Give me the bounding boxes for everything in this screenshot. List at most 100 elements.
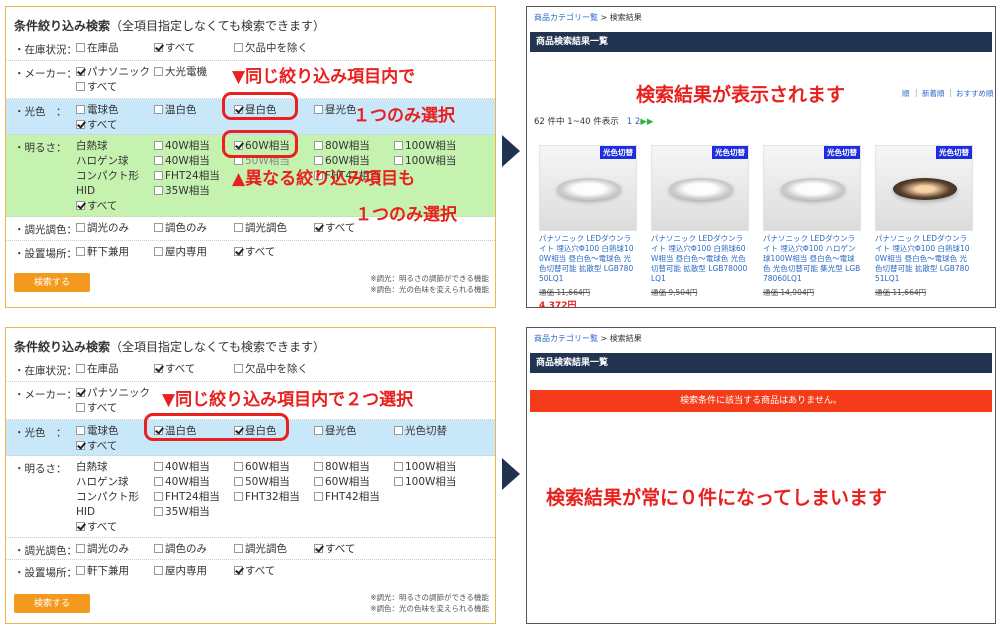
checkbox-80w[interactable]: 80W相当: [314, 140, 370, 153]
checkbox-fht32[interactable]: FHT32相当: [234, 491, 300, 504]
checkbox-daylight[interactable]: 昼光色: [314, 104, 357, 117]
checkbox-fht24[interactable]: FHT24相当: [154, 491, 220, 504]
product-card[interactable]: 光色切替 パナソニック LEDダウンライト 埋込穴Φ100 白熱球60W相当 昼…: [651, 145, 749, 298]
footnotes: ※調光：明るさの調節ができる機能 ※調色：光の色味を変えられる機能: [370, 593, 489, 613]
product-image[interactable]: 光色切替: [763, 145, 861, 231]
product-image[interactable]: 光色切替: [651, 145, 749, 231]
annotation-same-item: ▼同じ絞り込み項目内で: [232, 67, 416, 87]
checkbox-in-stock[interactable]: 在庫品: [76, 42, 119, 55]
highlight-neutral-white: [222, 92, 298, 120]
breadcrumb-category-link[interactable]: 商品カテゴリー覧: [534, 334, 598, 343]
checkbox-100w-1[interactable]: 100W相当: [394, 140, 456, 153]
filter-row-stock: ・在庫状況： 在庫品 すべて 欠品中を除く: [6, 37, 495, 61]
filter-row-brightness: ・明るさ： 白熱球 ハロゲン球 コンパクト形 HID すべて 40W相当 40W…: [6, 456, 495, 538]
search-results-bottom: 商品カテゴリー覧 > 検索結果 商品検索結果一覧 検索条件に該当する商品はありま…: [526, 327, 996, 624]
checkbox-dim-only[interactable]: 調光のみ: [76, 222, 129, 235]
checkbox-stock-all[interactable]: すべて: [154, 363, 195, 376]
checkbox-35w[interactable]: 35W相当: [154, 185, 210, 198]
checkbox-40w-2[interactable]: 40W相当: [154, 476, 210, 489]
product-card[interactable]: 光色切替 パナソニック LEDダウンライト 埋込穴Φ100 ハロゲン球100W相…: [763, 145, 861, 298]
results-header: 商品検索結果一覧: [530, 32, 992, 52]
checkbox-indoor[interactable]: 屋内専用: [154, 246, 207, 259]
checkbox-warm-white[interactable]: 温白色: [154, 104, 197, 117]
product-name[interactable]: パナソニック LEDダウンライト 埋込穴Φ100 白熱球60W相当 昼白色～電球…: [651, 234, 749, 284]
checkbox-tone-only[interactable]: 調色のみ: [154, 543, 207, 556]
checkbox-35w[interactable]: 35W相当: [154, 506, 210, 519]
product-card[interactable]: 光色切替 パナソニック LEDダウンライト 埋込穴Φ100 白熱球100W相当 …: [875, 145, 973, 298]
checkbox-fht24[interactable]: FHT24相当: [154, 170, 220, 183]
checkbox-dim-tone[interactable]: 調光調色: [234, 543, 287, 556]
checkbox-50w[interactable]: 50W相当: [234, 476, 290, 489]
checkbox-eaves[interactable]: 軒下兼用: [76, 246, 129, 259]
product-image[interactable]: 光色切替: [539, 145, 637, 231]
no-results-message: 検索条件に該当する商品はありません。: [530, 390, 992, 412]
result-count: 62 件中 1~40 件表示 1 2▶▶: [534, 117, 654, 127]
checkbox-panasonic[interactable]: パナソニック: [76, 66, 150, 79]
checkbox-exclude-out-of-stock[interactable]: 欠品中を除く: [234, 363, 308, 376]
checkbox-location-all[interactable]: すべて: [234, 565, 275, 578]
checkbox-color-all[interactable]: すべて: [76, 119, 117, 132]
next-page-icon[interactable]: ▶▶: [640, 117, 653, 127]
breadcrumb-category-link[interactable]: 商品カテゴリー覧: [534, 13, 598, 22]
checkbox-bulb-color[interactable]: 電球色: [76, 425, 119, 438]
checkbox-eaves[interactable]: 軒下兼用: [76, 565, 129, 578]
color-switch-badge: 光色切替: [936, 146, 972, 159]
checkbox-80w[interactable]: 80W相当: [314, 461, 370, 474]
product-name[interactable]: パナソニック LEDダウンライト 埋込穴Φ100 ハロゲン球100W相当 昼白色…: [763, 234, 861, 284]
checkbox-dim-all[interactable]: すべて: [314, 222, 355, 235]
checkbox-fht42[interactable]: FHT42相当: [314, 491, 380, 504]
filter-panel-bottom: 条件絞り込み検索（全項目指定しなくても検索できます） ・在庫状況： 在庫品 すべ…: [5, 327, 496, 624]
annotation-only-one: １つのみ選択: [353, 106, 455, 126]
downlight-image: [557, 178, 621, 200]
annotation-different-item: ▲異なる絞り込み項目も: [232, 169, 416, 189]
checkbox-100w-1[interactable]: 100W相当: [394, 461, 456, 474]
search-button[interactable]: 検索する: [14, 594, 90, 613]
checkbox-color-all[interactable]: すべて: [76, 440, 117, 453]
checkbox-40w-1[interactable]: 40W相当: [154, 461, 210, 474]
checkbox-maker-all[interactable]: すべて: [76, 81, 117, 94]
checkbox-in-stock[interactable]: 在庫品: [76, 363, 119, 376]
sort-newest[interactable]: 新着順: [922, 88, 945, 99]
checkbox-daiko[interactable]: 大光電機: [154, 66, 207, 79]
sort-separator: |: [915, 88, 918, 97]
checkbox-stock-all[interactable]: すべて: [154, 42, 195, 55]
checkbox-60w-2[interactable]: 60W相当: [314, 476, 370, 489]
product-name[interactable]: パナソニック LEDダウンライト 埋込穴Φ100 白熱球100W相当 昼白色～電…: [539, 234, 637, 284]
pagination[interactable]: 1 2: [627, 117, 641, 127]
footnotes: ※調光：明るさの調節ができる機能 ※調色：光の色味を変えられる機能: [370, 274, 489, 294]
checkbox-40w-2[interactable]: 40W相当: [154, 155, 210, 168]
checkbox-dim-tone[interactable]: 調光調色: [234, 222, 287, 235]
product-image[interactable]: 光色切替: [875, 145, 973, 231]
checkbox-brightness-all[interactable]: すべて: [76, 200, 117, 213]
checkbox-maker-all[interactable]: すべて: [76, 402, 117, 415]
checkbox-dim-only[interactable]: 調光のみ: [76, 543, 129, 556]
checkbox-bulb-color[interactable]: 電球色: [76, 104, 119, 117]
checkbox-40w-1[interactable]: 40W相当: [154, 140, 210, 153]
brightness-type-incandescent: 白熱球: [76, 140, 108, 152]
product-card[interactable]: 光色切替 パナソニック LEDダウンライト 埋込穴Φ100 白熱球100W相当 …: [539, 145, 637, 308]
checkbox-exclude-out-of-stock[interactable]: 欠品中を除く: [234, 42, 308, 55]
checkbox-indoor[interactable]: 屋内専用: [154, 565, 207, 578]
annotation-same-item-two: ▼同じ絞り込み項目内で２つ選択: [162, 390, 414, 410]
sort-option-1[interactable]: 順: [902, 88, 910, 99]
checkbox-panasonic[interactable]: パナソニック: [76, 387, 150, 400]
filter-row-dimming: ・調光調色： 調光のみ 調色のみ 調光調色 すべて: [6, 538, 495, 560]
checkbox-dim-all[interactable]: すべて: [314, 543, 355, 556]
arrow-right-icon: [502, 135, 520, 167]
brightness-type-compact: コンパクト形: [76, 170, 139, 182]
checkbox-60w[interactable]: 60W相当: [234, 461, 290, 474]
checkbox-location-all[interactable]: すべて: [234, 246, 275, 259]
brightness-type-compact: コンパクト形: [76, 491, 139, 503]
checkbox-brightness-all[interactable]: すべて: [76, 521, 117, 534]
search-button[interactable]: 検索する: [14, 273, 90, 292]
checkbox-100w-2[interactable]: 100W相当: [394, 476, 456, 489]
checkbox-daylight[interactable]: 昼光色: [314, 425, 357, 438]
sort-recommended[interactable]: おすすめ順: [956, 88, 994, 99]
filter-row-location: ・設置場所： 軒下兼用 屋内専用 すべて: [14, 565, 276, 579]
brightness-type-incandescent: 白熱球: [76, 461, 108, 473]
product-sale-price: 4,372円: [539, 301, 577, 308]
product-name[interactable]: パナソニック LEDダウンライト 埋込穴Φ100 白熱球100W相当 昼白色～電…: [875, 234, 973, 284]
checkbox-tone-only[interactable]: 調色のみ: [154, 222, 207, 235]
checkbox-color-switch[interactable]: 光色切替: [394, 425, 447, 438]
panel-title: 条件絞り込み検索（全項目指定しなくても検索できます）: [14, 340, 326, 354]
